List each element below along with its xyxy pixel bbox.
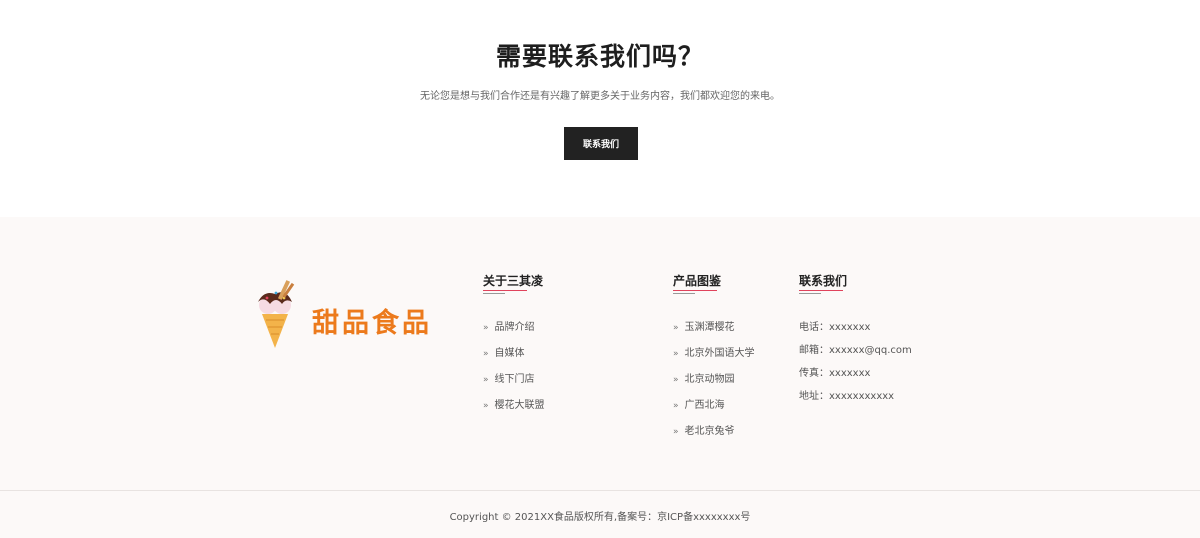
double-chevron-right-icon: » [483,375,489,385]
about-title-underline [483,290,527,294]
footer-link-self-media[interactable]: » 自媒体 [483,344,525,359]
footer-link-bfsu[interactable]: » 北京外国语大学 [673,344,755,359]
double-chevron-right-icon: » [673,375,679,385]
contact-us-button[interactable]: 联系我们 [564,127,638,160]
double-chevron-right-icon: » [483,349,489,359]
footer-logo-text: 甜品食品 [312,308,432,339]
cta-title: 需要联系我们吗？ [495,42,704,71]
footer-link-sakura-alliance[interactable]: » 樱花大联盟 [483,396,545,411]
double-chevron-right-icon: » [483,323,489,333]
products-title-underline [673,290,717,294]
products-column-title: 产品图鉴 [673,274,722,288]
footer-link-brand-intro[interactable]: » 品牌介绍 [483,318,535,333]
contact-fax: 传真：xxxxxxx [799,368,871,379]
footer-link-beijing-zoo[interactable]: » 北京动物园 [673,370,735,385]
copyright-text: Copyright © 2021XX食品版权所有,备案号：京ICP备xxxxxx… [449,512,751,523]
double-chevron-right-icon: » [673,427,679,437]
about-column-title: 关于三其凌 [483,274,544,288]
footer-link-guangxi-beihai[interactable]: » 广西北海 [673,396,725,411]
contact-email: 邮箱：xxxxxx@qq.com [799,345,912,356]
double-chevron-right-icon: » [673,323,679,333]
footer-link-rabbit-god[interactable]: » 老北京兔爷 [673,422,735,437]
footer-link-offline-stores[interactable]: » 线下门店 [483,370,535,385]
double-chevron-right-icon: » [673,349,679,359]
footer-divider [0,490,1200,491]
double-chevron-right-icon: » [483,401,489,411]
contact-cta-section: 需要联系我们吗？ 无论您是想与我们合作还是有兴趣了解更多关于业务内容，我们都欢迎… [0,0,1200,217]
contact-column-title: 联系我们 [799,274,848,288]
contact-title-underline [799,290,843,294]
contact-phone: 电话：xxxxxxx [799,322,871,333]
contact-address: 地址：xxxxxxxxxxx [799,391,895,402]
footer-link-yuyuantan[interactable]: » 玉渊潭樱花 [673,318,735,333]
cta-subtitle: 无论您是想与我们合作还是有兴趣了解更多关于业务内容，我们都欢迎您的来电。 [420,91,780,102]
double-chevron-right-icon: » [673,401,679,411]
